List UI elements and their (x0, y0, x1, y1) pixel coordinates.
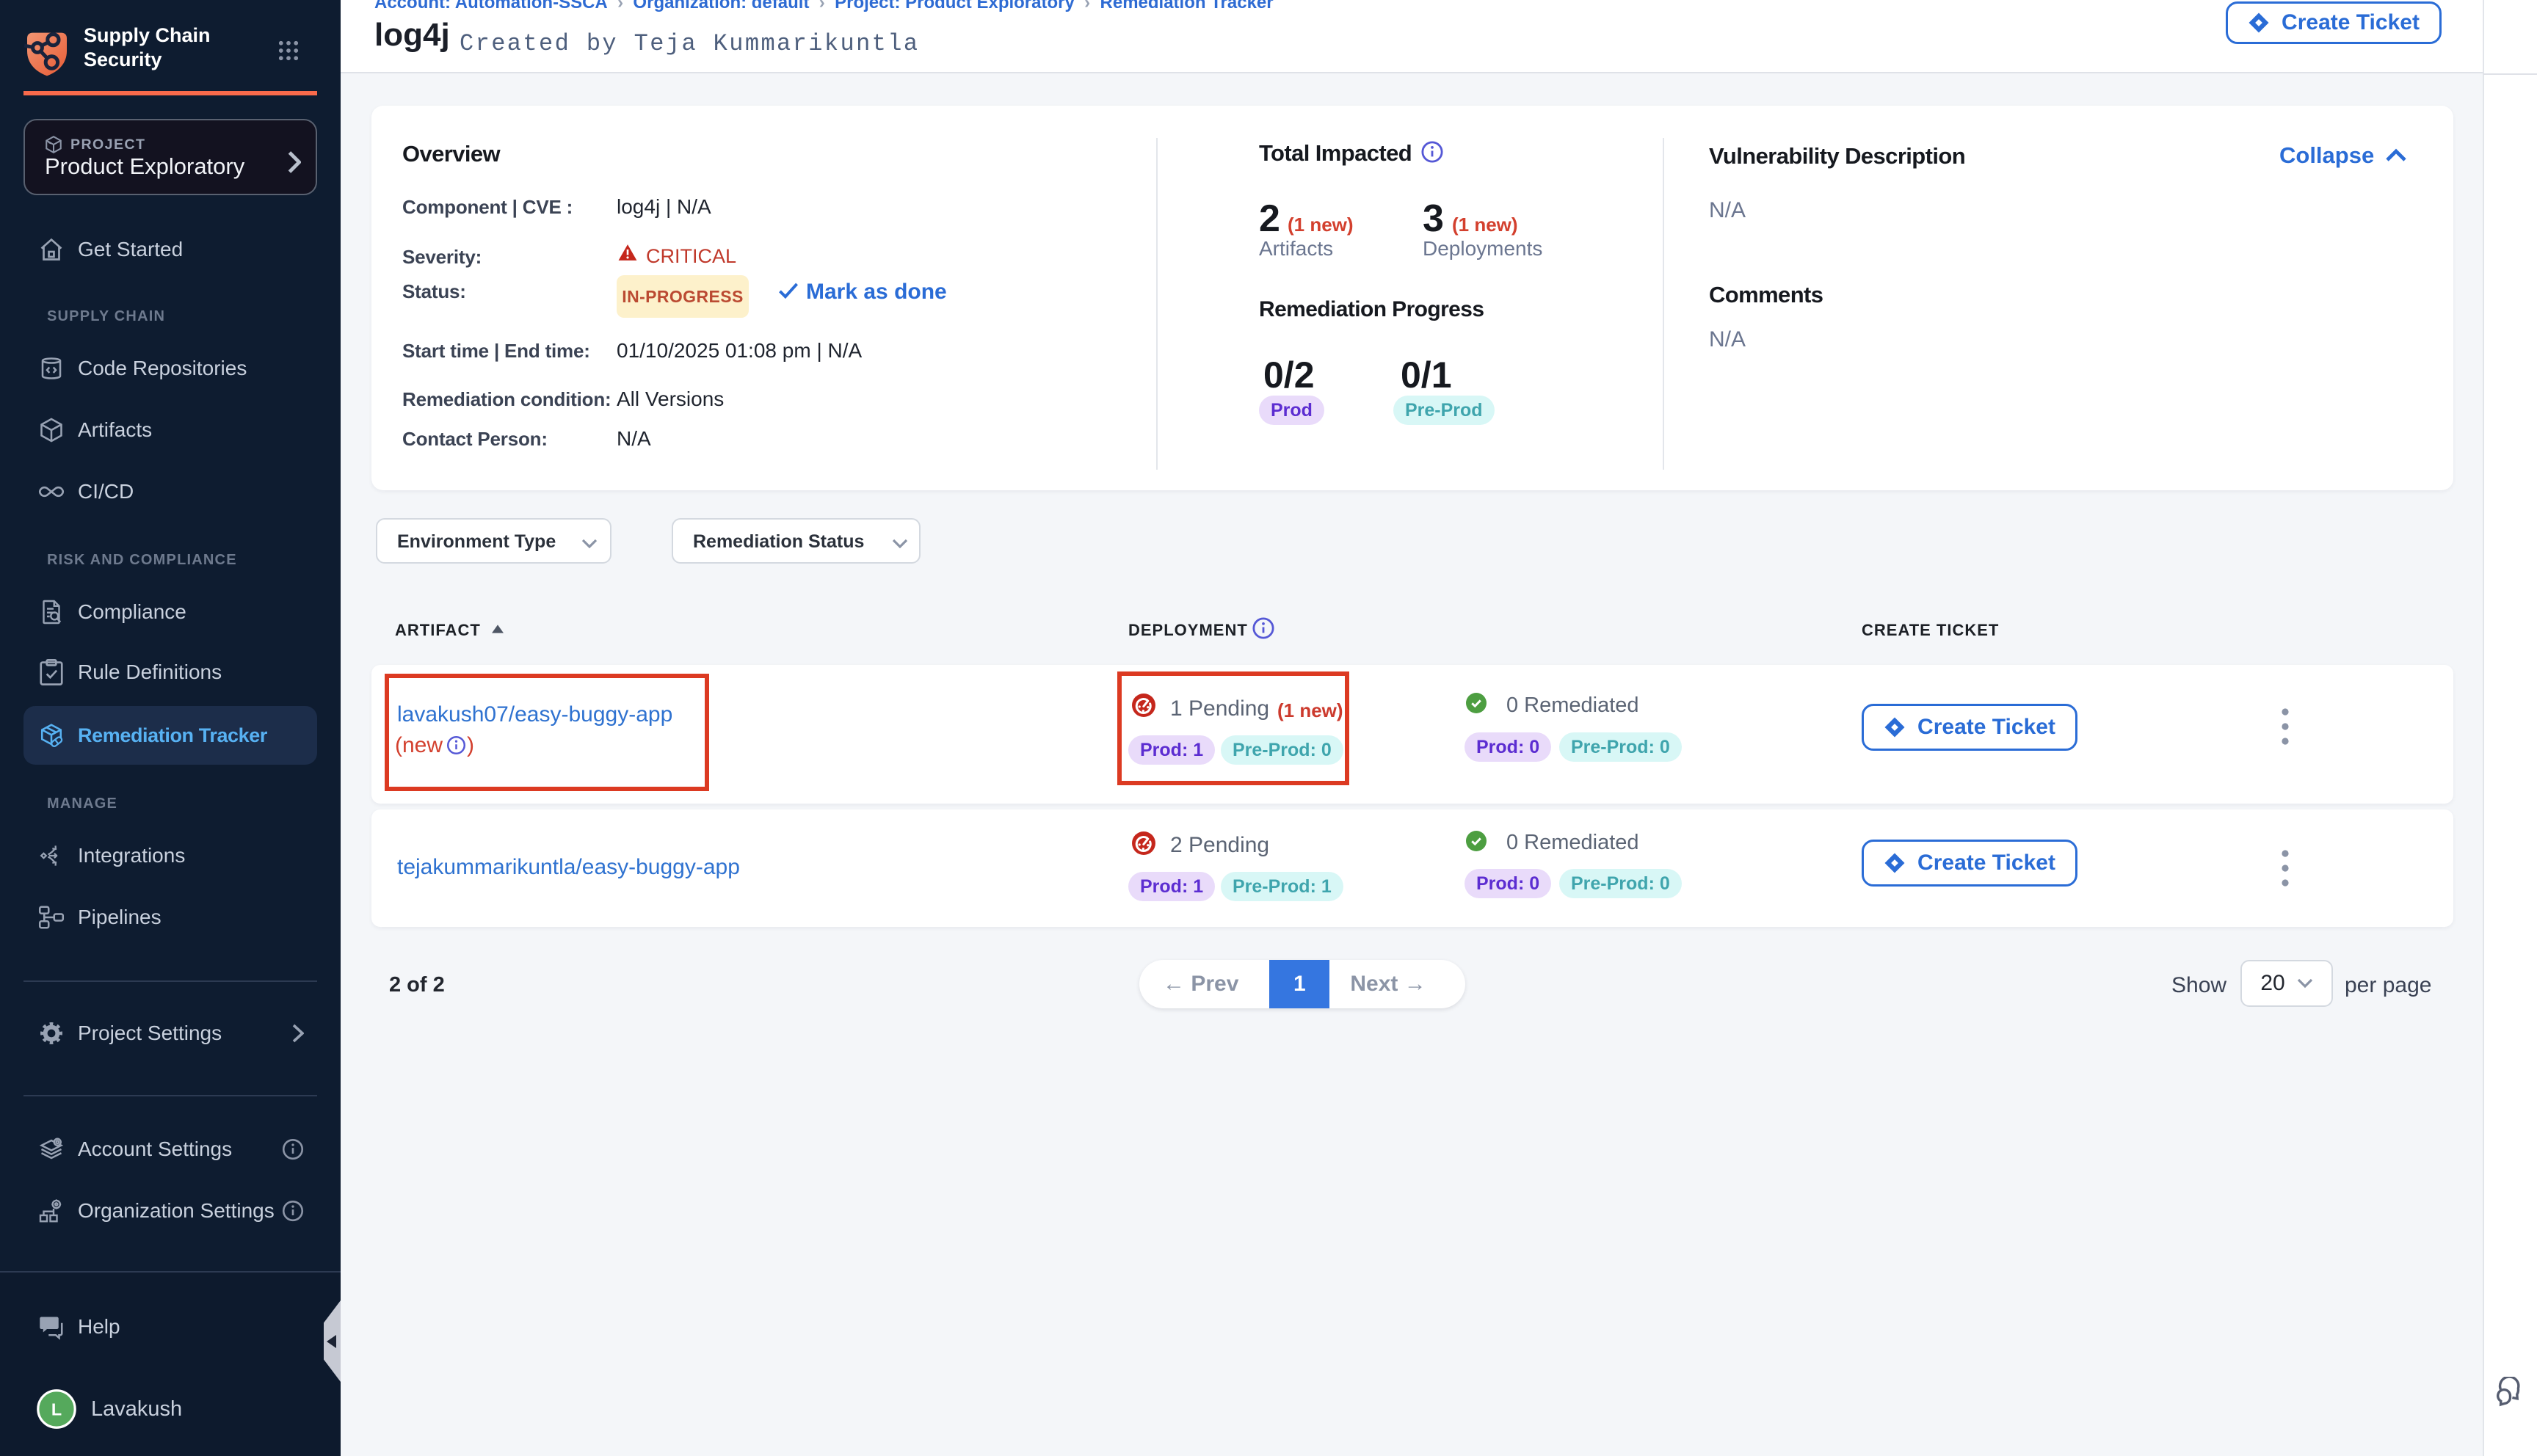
svg-text:L: L (51, 1400, 62, 1419)
svg-text:?: ? (44, 1318, 51, 1330)
